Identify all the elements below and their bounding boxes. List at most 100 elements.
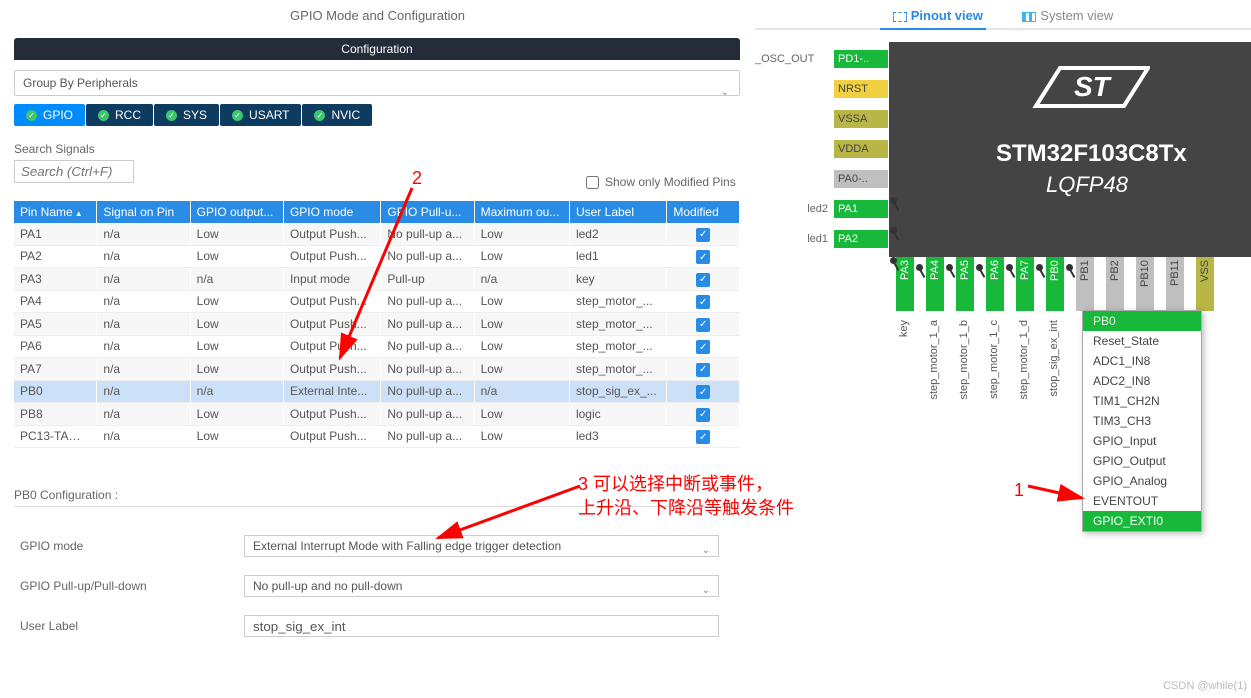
chip-partnumber: STM32F103C8Tx <box>996 140 1187 168</box>
pin-VDDA[interactable]: VDDA <box>834 140 888 158</box>
config-row: GPIO Pull-up/Pull-downNo pull-up and no … <box>14 575 740 597</box>
svg-text:ST: ST <box>1074 71 1113 102</box>
pin-PA5[interactable]: PA5 <box>956 257 974 311</box>
context-item[interactable]: Reset_State <box>1083 331 1201 351</box>
table-row[interactable]: PB8n/aLowOutput Push...No pull-up a...Lo… <box>14 403 740 426</box>
context-item[interactable]: ADC1_IN8 <box>1083 351 1201 371</box>
watermark: CSDN @while(1) <box>1163 680 1247 692</box>
check-icon: ✓ <box>696 408 710 422</box>
context-item[interactable]: GPIO_EXTI0 <box>1083 511 1201 531</box>
tab-system-view[interactable]: System view <box>1022 8 1113 23</box>
context-item[interactable]: EVENTOUT <box>1083 491 1201 511</box>
pin-VSSA[interactable]: VSSA <box>834 110 888 128</box>
pin-NRST[interactable]: NRST <box>834 80 888 98</box>
tab-system-label: System view <box>1040 8 1113 23</box>
peripheral-tab-usart[interactable]: ✓USART <box>220 104 301 126</box>
group-select[interactable]: Group By Peripherals ⌄ <box>14 70 740 96</box>
context-item[interactable]: TIM1_CH2N <box>1083 391 1201 411</box>
view-tabs: Pinout view System view <box>755 8 1251 23</box>
pin-PA4[interactable]: PA4 <box>926 257 944 311</box>
check-icon: ✓ <box>26 110 37 121</box>
pin-VSS[interactable]: VSS <box>1196 257 1214 311</box>
config-select[interactable]: No pull-up and no pull-down⌄ <box>244 575 719 597</box>
pin-PA0-..[interactable]: PA0-.. <box>834 170 888 188</box>
check-icon: ✓ <box>314 110 325 121</box>
config-select[interactable]: External Interrupt Mode with Falling edg… <box>244 535 719 557</box>
pin-config-rows: GPIO modeExternal Interrupt Mode with Fa… <box>14 535 740 637</box>
search-label: Search Signals <box>14 142 740 156</box>
col-header[interactable]: User Label <box>569 201 666 223</box>
peripheral-tab-nvic[interactable]: ✓NVIC <box>302 104 372 126</box>
modified-only-label: Show only Modified Pins <box>605 175 736 189</box>
modified-only[interactable]: Show only Modified Pins <box>586 175 736 189</box>
st-logo: ST <box>1030 62 1150 112</box>
table-row[interactable]: PA5n/aLowOutput Push...No pull-up a...Lo… <box>14 313 740 336</box>
table-row[interactable]: PA2n/aLowOutput Push...No pull-up a...Lo… <box>14 245 740 268</box>
table-row[interactable]: PB0n/an/aExternal Inte...No pull-up a...… <box>14 380 740 403</box>
check-icon: ✓ <box>166 110 177 121</box>
net-label: led2 <box>768 203 828 215</box>
pin-PB2[interactable]: PB2 <box>1106 257 1124 311</box>
table-row[interactable]: PC13-TAMP...n/aLowOutput Push...No pull-… <box>14 425 740 448</box>
net-label: step_motor_1_d <box>1018 320 1030 400</box>
context-item[interactable]: GPIO_Output <box>1083 451 1201 471</box>
check-icon: ✓ <box>232 110 243 121</box>
check-icon: ✓ <box>696 250 710 264</box>
pin-PA2[interactable]: PA2 <box>834 230 888 248</box>
col-header[interactable]: Pin Name▲ <box>14 201 97 223</box>
pin-PA3[interactable]: PA3 <box>896 257 914 311</box>
col-header[interactable]: Signal on Pin <box>97 201 190 223</box>
pin-PA6[interactable]: PA6 <box>986 257 1004 311</box>
pin-PB0[interactable]: PB0 <box>1046 257 1064 311</box>
check-icon: ✓ <box>696 363 710 377</box>
check-icon: ✓ <box>696 228 710 242</box>
configuration-bar: Configuration <box>14 38 740 60</box>
osc-out-label: _OSC_OUT <box>755 53 829 65</box>
col-header[interactable]: Modified <box>667 201 740 223</box>
check-icon: ✓ <box>696 318 710 332</box>
annotation-2: 2 <box>412 168 422 189</box>
chevron-down-icon: ⌄ <box>721 81 729 105</box>
check-icon: ✓ <box>696 430 710 444</box>
pin-PA7[interactable]: PA7 <box>1016 257 1034 311</box>
pin-PB11[interactable]: PB11 <box>1166 257 1184 311</box>
col-header[interactable]: Maximum ou... <box>474 201 569 223</box>
col-header[interactable]: GPIO output... <box>190 201 283 223</box>
gpio-table[interactable]: Pin Name▲Signal on PinGPIO output...GPIO… <box>14 201 740 448</box>
search-input[interactable] <box>14 160 134 183</box>
system-icon <box>1022 12 1036 22</box>
check-icon: ✓ <box>696 295 710 309</box>
pin-PB1[interactable]: PB1 <box>1076 257 1094 311</box>
peripheral-tab-rcc[interactable]: ✓RCC <box>86 104 153 126</box>
config-input[interactable] <box>244 615 719 637</box>
chevron-down-icon: ⌄ <box>702 581 710 601</box>
col-header[interactable]: GPIO mode <box>283 201 380 223</box>
table-row[interactable]: PA1n/aLowOutput Push...No pull-up a...Lo… <box>14 223 740 245</box>
peripheral-tab-sys[interactable]: ✓SYS <box>154 104 219 126</box>
col-header[interactable]: GPIO Pull-u... <box>381 201 474 223</box>
peripheral-tab-gpio[interactable]: ✓GPIO <box>14 104 85 126</box>
annotation-3: 3 可以选择中断或事件， 上升沿、下降沿等触发条件 <box>578 472 794 520</box>
context-item[interactable]: GPIO_Analog <box>1083 471 1201 491</box>
pin-PD1-..[interactable]: PD1-.. <box>834 50 888 68</box>
divider <box>755 28 1251 30</box>
check-icon: ✓ <box>98 110 109 121</box>
table-row[interactable]: PA6n/aLowOutput Push...No pull-up a...Lo… <box>14 335 740 358</box>
table-row[interactable]: PA7n/aLowOutput Push...No pull-up a...Lo… <box>14 358 740 381</box>
chevron-down-icon: ⌄ <box>702 541 710 561</box>
context-item[interactable]: TIM3_CH3 <box>1083 411 1201 431</box>
context-item[interactable]: GPIO_Input <box>1083 431 1201 451</box>
pin-PB10[interactable]: PB10 <box>1136 257 1154 311</box>
table-row[interactable]: PA4n/aLowOutput Push...No pull-up a...Lo… <box>14 290 740 313</box>
context-item[interactable]: ADC2_IN8 <box>1083 371 1201 391</box>
left-panel: Configuration Group By Peripherals ⌄ ✓GP… <box>14 38 740 655</box>
table-row[interactable]: PA3n/an/aInput modePull-upn/akey✓ <box>14 268 740 291</box>
pin-context-menu[interactable]: PB0 Reset_StateADC1_IN8ADC2_IN8TIM1_CH2N… <box>1082 310 1202 532</box>
config-label: GPIO Pull-up/Pull-down <box>14 579 244 593</box>
tab-pinout-view[interactable]: Pinout view <box>893 8 983 23</box>
group-select-value: Group By Peripherals <box>23 76 138 90</box>
modified-only-checkbox[interactable] <box>586 176 599 189</box>
annotation-1: 1 <box>1014 480 1024 501</box>
check-icon: ✓ <box>696 385 710 399</box>
pin-PA1[interactable]: PA1 <box>834 200 888 218</box>
